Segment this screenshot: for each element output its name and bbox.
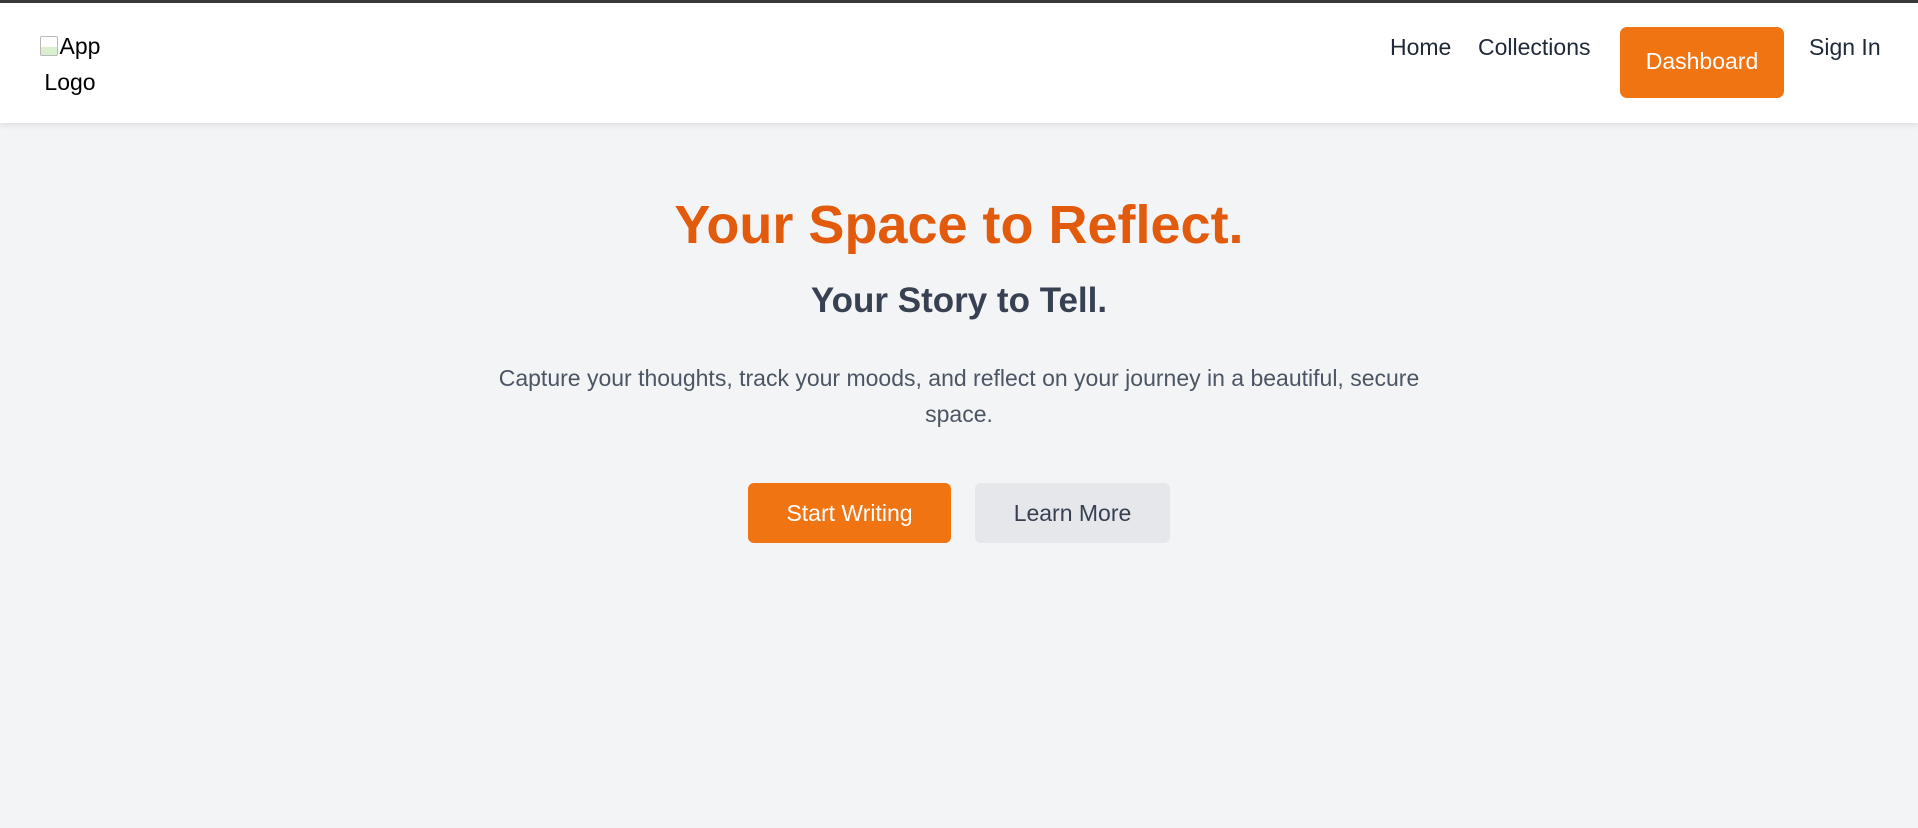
learn-more-button[interactable]: Learn More (975, 483, 1170, 543)
hero-subtitle: Your Story to Tell. (810, 281, 1108, 320)
hero-description: Capture your thoughts, track your moods,… (498, 365, 1420, 427)
nav-sign-in-link[interactable]: Sign In (1809, 31, 1881, 63)
nav-dashboard-button[interactable]: Dashboard (1620, 27, 1784, 98)
nav-home-link[interactable]: Home (1390, 31, 1451, 63)
nav-collections-link[interactable]: Collections (1478, 31, 1591, 63)
start-writing-button[interactable]: Start Writing (748, 483, 951, 543)
app-logo[interactable]: App Logo (34, 28, 106, 100)
navbar: App Logo Home Collections Dashboard Sign… (0, 3, 1918, 123)
broken-image-icon (39, 36, 58, 56)
hero-title: Your Space to Reflect. (674, 195, 1244, 255)
